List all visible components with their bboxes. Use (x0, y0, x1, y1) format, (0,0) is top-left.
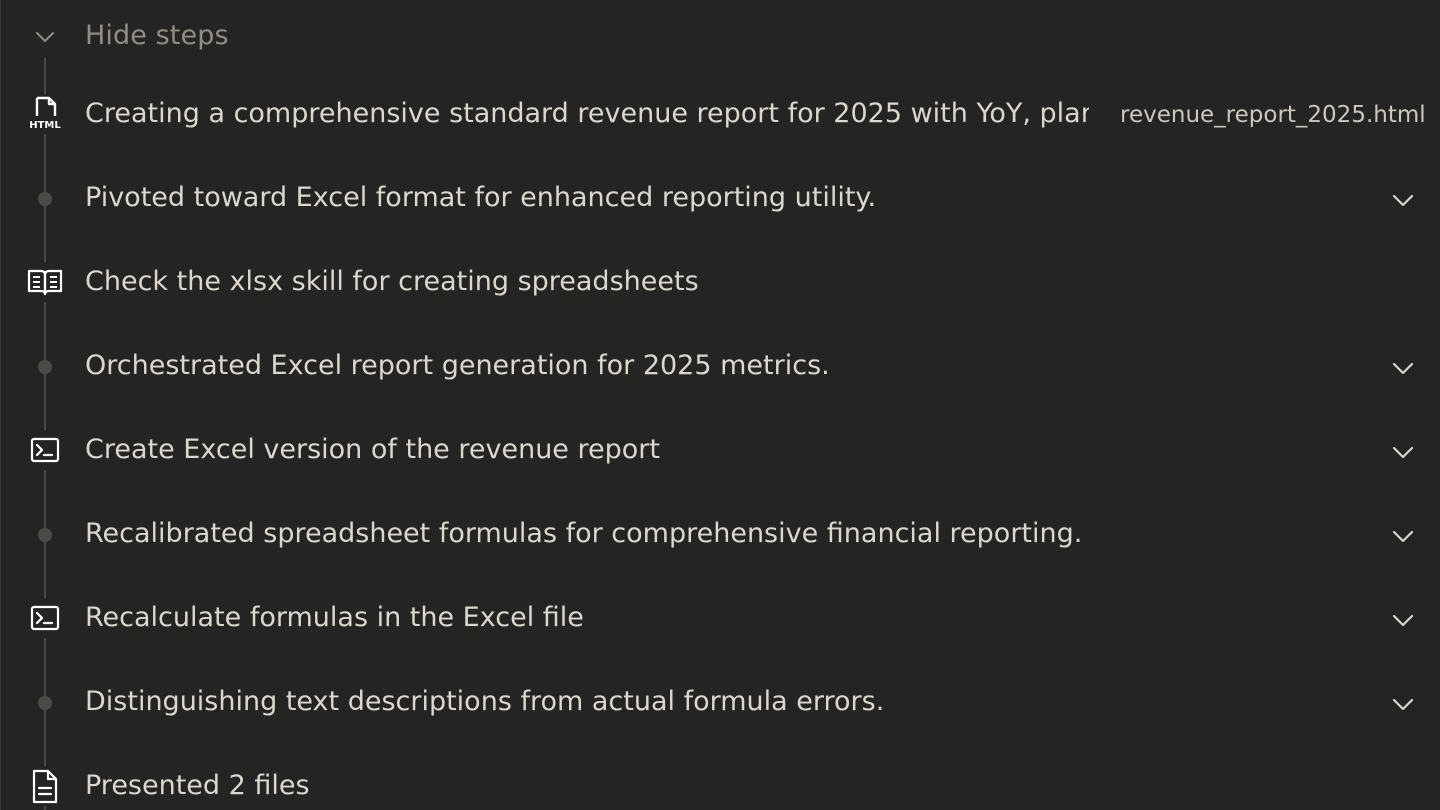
step-create-excel-version[interactable]: Create Excel version of the revenue repo… (1, 410, 1440, 494)
chevron-down-icon[interactable] (1389, 438, 1417, 466)
timeline-dot (38, 192, 52, 206)
step-label: Distinguishing text descriptions from ac… (85, 686, 885, 717)
timeline-dot (38, 360, 52, 374)
chevron-down-icon[interactable] (1389, 522, 1417, 550)
svg-text:HTML: HTML (29, 120, 61, 131)
hide-steps-toggle[interactable]: Hide steps (1, 0, 1440, 72)
step-thought-pivot-excel[interactable]: Pivoted toward Excel format for enhanced… (1, 158, 1440, 242)
chevron-down-icon[interactable] (1389, 690, 1417, 718)
timeline-dot (38, 528, 52, 542)
chevron-down-icon (36, 32, 54, 42)
step-thought-orchestrated-report[interactable]: Orchestrated Excel report generation for… (1, 326, 1440, 410)
step-recalculate-formulas[interactable]: Recalculate formulas in the Excel file (1, 578, 1440, 662)
timeline-dot (38, 696, 52, 710)
step-label: Presented 2 files (85, 770, 310, 801)
book-icon (25, 262, 65, 302)
step-label: Recalibrated spreadsheet formulas for co… (85, 518, 1083, 549)
step-check-xlsx-skill[interactable]: Check the xlsx skill for creating spread… (1, 242, 1440, 326)
step-label: Orchestrated Excel report generation for… (85, 350, 830, 381)
chevron-down-icon[interactable] (1389, 186, 1417, 214)
hide-steps-label: Hide steps (85, 20, 229, 51)
chevron-down-icon[interactable] (1389, 354, 1417, 382)
terminal-icon (25, 430, 65, 470)
step-thought-distinguishing-errors[interactable]: Distinguishing text descriptions from ac… (1, 662, 1440, 746)
file-link-revenue-report-html[interactable]: revenue_report_2025.html (1120, 98, 1426, 132)
step-label: Recalculate formulas in the Excel file (85, 602, 584, 633)
step-label: Creating a comprehensive standard revenu… (85, 98, 1089, 129)
step-presented-files[interactable]: Presented 2 files (1, 746, 1440, 810)
steps-panel: Hide steps HTML Creating a comprehensive… (0, 0, 1440, 810)
step-thought-recalibrated-formulas[interactable]: Recalibrated spreadsheet formulas for co… (1, 494, 1440, 578)
terminal-icon (25, 598, 65, 638)
step-create-html-report[interactable]: HTML Creating a comprehensive standard r… (1, 74, 1440, 158)
step-label: Pivoted toward Excel format for enhanced… (85, 182, 877, 213)
html-file-icon: HTML (25, 94, 65, 134)
step-label: Create Excel version of the revenue repo… (85, 434, 660, 465)
document-icon (25, 766, 65, 806)
chevron-down-icon[interactable] (1389, 606, 1417, 634)
step-label: Check the xlsx skill for creating spread… (85, 266, 699, 297)
